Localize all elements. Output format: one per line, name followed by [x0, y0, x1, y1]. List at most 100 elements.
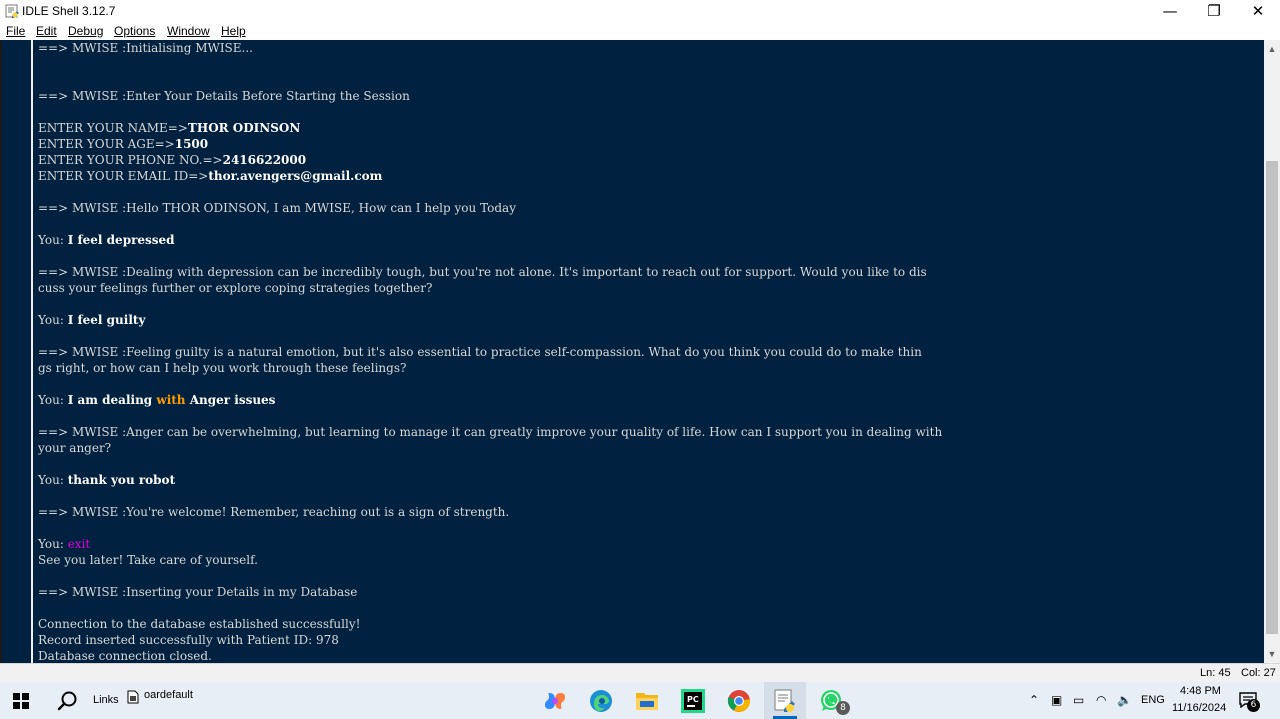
menu-window[interactable]: Window	[167, 24, 210, 38]
pycharm-icon[interactable]: PC	[680, 688, 706, 714]
menu-debug[interactable]: Debug	[68, 24, 103, 38]
shell-line: ==> MWISE :Enter Your Details Before Sta…	[38, 88, 410, 104]
search-icon[interactable]	[57, 690, 79, 712]
user-input-text: THOR ODINSON	[187, 121, 301, 135]
file-explorer-icon[interactable]	[634, 688, 660, 714]
shell-line: You: I am dealing with Anger issues	[38, 392, 275, 408]
shell-line: You: I feel depressed	[38, 232, 175, 248]
shell-line: gs right, or how can I help you work thr…	[38, 360, 406, 376]
taskbar: Links oardefault PC 8 ⌃ ▣ ▭ ◠ 🔈 ENG 4:48…	[0, 682, 1280, 719]
shell-output-text: ==> MWISE :Anger can be overwhelming, bu…	[38, 425, 943, 439]
shell-output-text: You:	[38, 537, 68, 551]
shell-line: ==> MWISE :Hello THOR ODINSON, I am MWIS…	[38, 200, 516, 216]
shell-line: You: I feel guilty	[38, 312, 145, 328]
line-margin	[0, 40, 33, 663]
shell-line: ENTER YOUR EMAIL ID=>thor.avengers@gmail…	[38, 168, 382, 184]
volume-icon[interactable]: 🔈	[1117, 693, 1132, 707]
user-input-text: thor.avengers@gmail.com	[208, 169, 383, 183]
language-indicator[interactable]: ENG	[1141, 694, 1165, 706]
user-input-text: with	[156, 393, 186, 407]
window-title: IDLE Shell 3.12.7	[22, 4, 116, 18]
idle-app-icon	[5, 4, 19, 18]
shell-line: ==> MWISE :Dealing with depression can b…	[38, 264, 927, 280]
whatsapp-badge: 8	[836, 701, 850, 715]
shell-line: your anger?	[38, 440, 111, 456]
shell-line: Connection to the database established s…	[38, 616, 360, 632]
user-input-text: 1500	[174, 137, 209, 151]
shell-output-text: You:	[38, 233, 68, 247]
shell-output-text: ==> MWISE :Hello THOR ODINSON, I am MWIS…	[38, 201, 516, 215]
shell-line: ==> MWISE :Inserting your Details in my …	[38, 584, 357, 600]
shell-output-text: You:	[38, 313, 68, 327]
user-input-text: I am dealing	[67, 393, 157, 407]
menu-options[interactable]: Options	[114, 24, 155, 38]
menu-edit[interactable]: Edit	[36, 24, 57, 38]
shell-output-text: Connection to the database established s…	[38, 617, 361, 631]
idle-taskbar-icon[interactable]	[772, 688, 798, 714]
shell-line: You: thank you robot	[38, 472, 175, 488]
copilot-icon[interactable]	[542, 688, 568, 714]
column-number: Col: 27	[1241, 667, 1276, 679]
shell-output-text: ==> MWISE :Initialising MWISE...	[38, 41, 253, 55]
shell-output-text: cuss your feelings further or explore co…	[38, 281, 433, 295]
status-bar: Ln: 45 Col: 27	[0, 663, 1280, 683]
document-icon	[127, 690, 139, 704]
restore-button[interactable]: ❐	[1192, 0, 1236, 22]
svg-text:PC: PC	[687, 695, 699, 704]
shell-output-text: ENTER YOUR AGE=>	[38, 137, 175, 151]
meet-now-icon[interactable]: ▣	[1051, 693, 1062, 707]
shell-output-text: ==> MWISE :Inserting your Details in my …	[38, 585, 358, 599]
chevron-up-icon[interactable]: ⌃	[1029, 693, 1039, 707]
shell-line: ENTER YOUR AGE=>1500	[38, 136, 208, 152]
menu-file[interactable]: File	[6, 24, 25, 38]
menu-bar: File Edit Debug Options Window Help	[0, 22, 1280, 40]
shell-output-text: ==> MWISE :Dealing with depression can b…	[38, 265, 927, 279]
shell-line: Record inserted successfully with Patien…	[38, 632, 339, 648]
search-label[interactable]: Links	[93, 694, 119, 706]
shell-line: ==> MWISE :Feeling guilty is a natural e…	[38, 344, 922, 360]
menu-help[interactable]: Help	[221, 24, 246, 38]
chrome-icon[interactable]	[726, 688, 752, 714]
shell-output-text: gs right, or how can I help you work thr…	[38, 361, 407, 375]
shell-line: ENTER YOUR NAME=>THOR ODINSON	[38, 120, 300, 136]
search-app-label[interactable]: oardefault	[144, 689, 193, 701]
scroll-up-arrow-icon[interactable]: ▲	[1264, 41, 1280, 57]
minimize-button[interactable]: —	[1148, 0, 1192, 22]
shell-line: ==> MWISE :You're welcome! Remember, rea…	[38, 504, 509, 520]
shell-line: ENTER YOUR PHONE NO.=>2416622000	[38, 152, 306, 168]
notification-badge: 6	[1247, 699, 1260, 712]
user-input-text: I feel guilty	[67, 313, 146, 327]
scroll-thumb[interactable]	[1266, 161, 1278, 634]
shell-line: See you later! Take care of yourself.	[38, 552, 258, 568]
user-input-text: I feel depressed	[67, 233, 175, 247]
exit-command-text: exit	[67, 537, 91, 551]
shell-output-text: ==> MWISE :Enter Your Details Before Sta…	[38, 89, 410, 103]
shell-output-text: You:	[38, 393, 68, 407]
shell-output-text: ENTER YOUR NAME=>	[38, 121, 188, 135]
scroll-down-arrow-icon[interactable]: ▼	[1264, 646, 1280, 662]
shell-line: ==> MWISE :Anger can be overwhelming, bu…	[38, 424, 942, 440]
shell-output-text: You:	[38, 473, 68, 487]
vertical-scrollbar[interactable]: ▲ ▼	[1264, 40, 1280, 663]
shell-line: You: exit	[38, 536, 90, 552]
shell-output-text: your anger?	[38, 441, 112, 455]
close-button[interactable]: ✕	[1236, 0, 1280, 22]
shell-line: ==> MWISE :Initialising MWISE...	[38, 40, 253, 56]
user-input-text: Anger issues	[185, 393, 276, 407]
clock-time[interactable]: 4:48 PM	[1180, 685, 1221, 697]
clock-date[interactable]: 11/16/2024	[1172, 702, 1226, 714]
shell-line: Database connection closed.	[38, 648, 212, 663]
battery-icon[interactable]: ▭	[1073, 693, 1084, 707]
shell-output-text: ==> MWISE :Feeling guilty is a natural e…	[38, 345, 922, 359]
shell-output-text: ==> MWISE :You're welcome! Remember, rea…	[38, 505, 510, 519]
edge-browser-icon[interactable]	[588, 688, 614, 714]
title-bar: IDLE Shell 3.12.7 — ❐ ✕	[0, 0, 1280, 22]
shell-output-text: ENTER YOUR PHONE NO.=>	[38, 153, 223, 167]
windows-start-icon[interactable]	[13, 693, 29, 709]
line-number: Ln: 45	[1200, 667, 1231, 679]
shell-output-text: Database connection closed.	[38, 649, 212, 663]
wifi-icon[interactable]: ◠	[1096, 693, 1106, 707]
window-left-border	[0, 40, 2, 663]
shell-output[interactable]: ==> MWISE :Initialising MWISE... ==> MWIS…	[33, 40, 1264, 663]
user-input-text: thank you robot	[67, 473, 176, 487]
